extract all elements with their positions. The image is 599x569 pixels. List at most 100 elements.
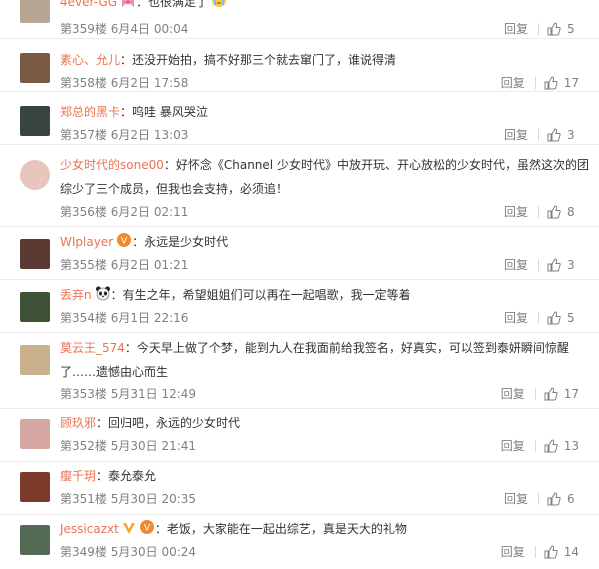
- like-button[interactable]: 5: [547, 22, 579, 36]
- divider: [534, 388, 536, 400]
- comment-text: ：也很满足了: [136, 0, 209, 9]
- like-count: 3: [567, 128, 575, 142]
- comment-text: ：回归吧，永远的少女时代: [96, 416, 241, 430]
- like-count: 14: [563, 545, 579, 559]
- comment-item: 素心、允儿：还没开始拍，搞不好那三个就去窜门了，谁说得清 第358楼 6月2日 …: [0, 39, 599, 92]
- like-count: 8: [567, 205, 575, 219]
- floor-number: 第351楼: [60, 492, 107, 506]
- avatar[interactable]: [20, 106, 50, 136]
- avatar[interactable]: [20, 345, 50, 375]
- like-button[interactable]: 14: [544, 545, 579, 559]
- reply-button[interactable]: 回复: [504, 126, 534, 143]
- avatar[interactable]: [20, 292, 50, 322]
- like-button[interactable]: 17: [544, 76, 579, 90]
- username[interactable]: WIplayer: [60, 235, 113, 249]
- divider: [534, 77, 536, 89]
- username[interactable]: 4ever-GG: [60, 0, 117, 9]
- divider: [538, 493, 539, 505]
- like-count: 17: [563, 387, 579, 401]
- reply-button[interactable]: 回复: [501, 543, 531, 560]
- reply-button[interactable]: 回复: [501, 437, 531, 454]
- thumbs-up-icon: [544, 387, 558, 404]
- comment-item: 丢弃n ：有生之年，希望姐姐们可以再在一起唱歌，我一定等着 第354楼 6月1日 …: [0, 280, 599, 333]
- timestamp: 6月2日 02:11: [110, 205, 189, 219]
- comment-item: 莫云王_574：今天早上做了个梦，能到九人在我面前给我签名，好真实，可以签到泰妍…: [0, 333, 599, 409]
- timestamp: 5月30日 00:24: [110, 545, 197, 559]
- timestamp: 6月2日 13:03: [110, 128, 189, 142]
- like-count: 5: [567, 311, 575, 325]
- floor-number: 第358楼: [60, 76, 107, 90]
- thumbs-up-icon: [544, 439, 558, 456]
- username[interactable]: 莫云王_574: [60, 341, 125, 355]
- thumbs-up-icon: [547, 205, 561, 222]
- comment-text: ：老饭，大家能在一起出综艺，真是天大的礼物: [154, 522, 407, 536]
- username[interactable]: 瘿千玥: [60, 469, 96, 483]
- like-button[interactable]: 17: [544, 387, 579, 401]
- divider: [534, 546, 536, 558]
- like-button[interactable]: 3: [547, 258, 579, 272]
- like-button[interactable]: 5: [547, 311, 579, 325]
- like-count: 13: [563, 439, 579, 453]
- reply-button[interactable]: 回复: [504, 20, 534, 37]
- thumbs-up-icon: [544, 545, 558, 562]
- username[interactable]: 丢弃n: [60, 288, 92, 302]
- username[interactable]: Jessicazxt: [60, 522, 119, 536]
- comment-text: ：泰允泰允: [96, 469, 157, 483]
- avatar[interactable]: [20, 525, 50, 555]
- username[interactable]: 少女时代的sone00: [60, 158, 164, 172]
- thumbs-up-icon: [547, 128, 561, 145]
- comment-text: ：有生之年，希望姐姐们可以再在一起唱歌，我一定等着: [110, 288, 411, 302]
- comment-text: ：呜哇 暴风哭泣: [120, 105, 208, 119]
- cry-emoji-icon: [211, 0, 227, 14]
- like-count: 17: [563, 76, 579, 90]
- comment-text: ：永远是少女时代: [132, 235, 229, 249]
- like-button[interactable]: 8: [547, 205, 579, 219]
- like-button[interactable]: 6: [547, 492, 579, 506]
- comment-text: ：还没开始拍，搞不好那三个就去窜门了，谁说得清: [120, 53, 397, 67]
- comment-item: 顾玖邪：回归吧，永远的少女时代 第352楼 5月30日 21:41 回复 13: [0, 409, 599, 462]
- comment-item: 瘿千玥：泰允泰允 第351楼 5月30日 20:35 回复 6: [0, 462, 599, 515]
- timestamp: 5月30日 21:41: [110, 439, 197, 453]
- like-button[interactable]: 3: [547, 128, 579, 142]
- vip-icon: V: [139, 519, 155, 541]
- divider: [538, 23, 539, 35]
- divider: [538, 206, 539, 218]
- reply-button[interactable]: 回复: [504, 256, 534, 273]
- floor-number: 第349楼: [60, 545, 107, 559]
- like-button[interactable]: 13: [544, 439, 579, 453]
- svg-text:V: V: [121, 237, 128, 247]
- verified-v-icon: [122, 521, 136, 541]
- avatar[interactable]: [20, 0, 50, 23]
- comment-item: 4ever-GG ：也很满足了 第359楼 6月4日 00:04 回复 5: [0, 0, 599, 39]
- username[interactable]: 顾玖邪: [60, 416, 96, 430]
- avatar[interactable]: [20, 239, 50, 269]
- divider: [534, 440, 536, 452]
- reply-button[interactable]: 回复: [501, 385, 531, 402]
- reply-button[interactable]: 回复: [504, 490, 534, 507]
- comment-text-continued: 综少了三个成员，但我也会支持，必须追！: [60, 182, 289, 196]
- floor-number: 第359楼: [60, 22, 107, 36]
- comment-text-continued: 了……遗憾由心而生: [60, 365, 169, 379]
- avatar[interactable]: [20, 472, 50, 502]
- divider: [538, 129, 539, 141]
- username[interactable]: 素心、允儿: [60, 53, 120, 67]
- reply-button[interactable]: 回复: [504, 203, 534, 220]
- panda-icon: [95, 285, 111, 307]
- reply-button[interactable]: 回复: [504, 309, 534, 326]
- timestamp: 5月30日 20:35: [110, 492, 197, 506]
- comment-item: Jessicazxt V ：老饭，大家能在一起出综艺，真是天大的礼物 第349楼 5…: [0, 515, 599, 569]
- username[interactable]: 郑总的黑卡: [60, 105, 120, 119]
- comment-item: WIplayer V ：永远是少女时代 第355楼 6月2日 01:21 回复 3: [0, 227, 599, 280]
- divider: [538, 259, 539, 271]
- thumbs-up-icon: [547, 258, 561, 275]
- like-count: 5: [567, 22, 575, 36]
- timestamp: 6月4日 00:04: [110, 22, 189, 36]
- floor-number: 第355楼: [60, 258, 107, 272]
- avatar[interactable]: [20, 419, 50, 449]
- floor-number: 第357楼: [60, 128, 107, 142]
- avatar[interactable]: [20, 160, 50, 190]
- comment-list: 4ever-GG ：也很满足了 第359楼 6月4日 00:04 回复 5 素心、允…: [0, 0, 599, 569]
- thumbs-up-icon: [544, 76, 558, 93]
- reply-button[interactable]: 回复: [501, 74, 531, 91]
- avatar[interactable]: [20, 53, 50, 83]
